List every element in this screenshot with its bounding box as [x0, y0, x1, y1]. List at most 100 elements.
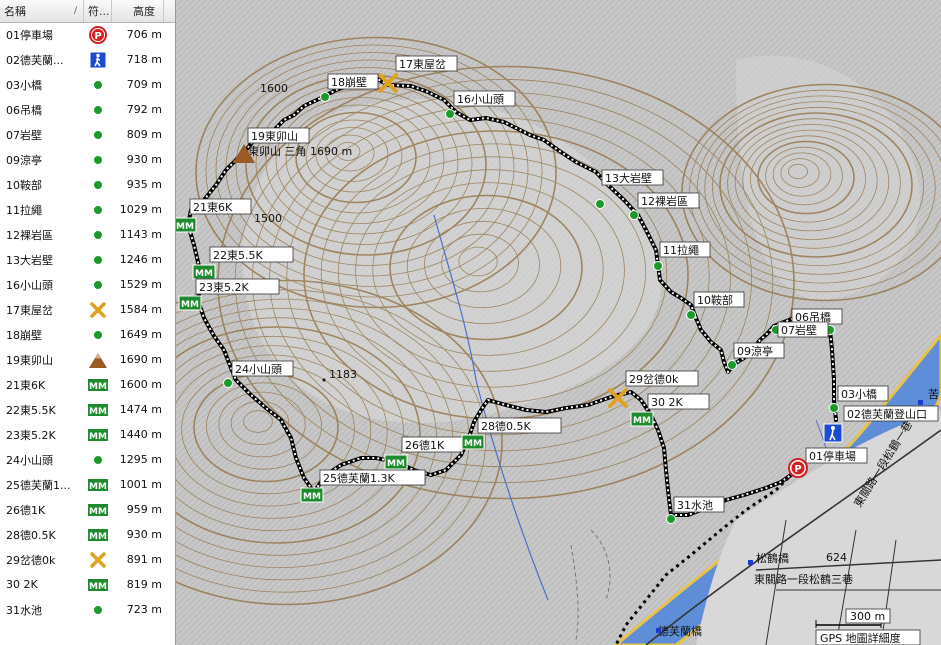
waypoint-row[interactable]: 22東5.5K MM 1474 m — [0, 397, 168, 422]
waypoint-label: 30 2K — [651, 396, 683, 409]
waypoint-label: 24小山頭 — [235, 363, 282, 376]
waypoint-name: 31水池 — [6, 603, 42, 617]
waypoint-row[interactable]: 24小山頭 1295 m — [0, 447, 168, 472]
waypoint-symbol — [84, 80, 112, 90]
waypoint-row[interactable]: 07岩壁 809 m — [0, 122, 168, 147]
summit-mountain-icon — [89, 352, 107, 368]
waypoint-name: 12裸岩區 — [6, 228, 53, 242]
contour-label-1600: 1600 — [260, 82, 288, 95]
waypoint-label: 03小橋 — [841, 387, 877, 401]
waypoint-row[interactable]: 10鞍部 935 m — [0, 172, 168, 197]
trailhead-hiker-icon — [89, 51, 107, 68]
parking-icon: P — [788, 458, 808, 478]
waypoint-label: 21東6K — [193, 201, 233, 214]
waypoint-row[interactable]: 06吊橋 792 m — [0, 97, 168, 122]
waypoint-row[interactable]: 18崩壁 1649 m — [0, 322, 168, 347]
waypoint-label: 19東卯山 — [251, 130, 298, 143]
waypoint-dot-icon — [94, 155, 102, 164]
waypoint-row[interactable]: 29岔德0k 891 m — [0, 547, 168, 572]
waypoint-altitude: 809 m — [126, 128, 162, 141]
waypoint-row[interactable]: 11拉繩 1029 m — [0, 197, 168, 222]
waypoint-altitude: 706 m — [126, 28, 162, 41]
waypoint-altitude: 1143 m — [119, 228, 162, 241]
waypoint-row[interactable]: 13大岩壁 1246 m — [0, 247, 168, 272]
waypoint-row[interactable]: 25德芙蘭1... MM 1001 m — [0, 472, 168, 497]
column-name-label: 名稱 — [4, 5, 26, 18]
summit-note-label: 東卯山 三角 1690 m — [248, 145, 352, 158]
waypoint-name: 19東卯山 — [6, 353, 53, 367]
waypoint-row[interactable]: 28德0.5K MM 930 m — [0, 522, 168, 547]
waypoint-name: 10鞍部 — [6, 178, 42, 192]
waypoint-symbol — [84, 301, 112, 319]
mileage-marker-icon: MM — [87, 427, 109, 442]
waypoint-dot-icon — [595, 199, 605, 209]
spot-height-label: 1183 — [329, 368, 357, 381]
waypoint-row[interactable]: 21東6K MM 1600 m — [0, 372, 168, 397]
waypoint-row[interactable]: 12裸岩區 1143 m — [0, 222, 168, 247]
waypoint-altitude: 723 m — [126, 603, 162, 616]
waypoint-symbol — [84, 180, 112, 190]
intersection-cross-icon — [90, 551, 106, 568]
waypoint-altitude: 935 m — [126, 178, 162, 191]
waypoint-symbol — [84, 155, 112, 165]
waypoint-label: 25德芙蘭1.3K — [323, 471, 395, 485]
waypoint-row[interactable]: 31水池 723 m — [0, 597, 168, 622]
waypoint-dot-icon — [686, 310, 696, 320]
waypoint-altitude: 1529 m — [119, 278, 162, 291]
waypoint-row[interactable]: 01停車場 P 706 m — [0, 22, 168, 47]
waypoint-symbol: MM — [84, 577, 112, 592]
waypoint-symbol: MM — [84, 477, 112, 492]
waypoint-altitude: 1649 m — [119, 328, 162, 341]
waypoint-row[interactable]: 19東卯山 1690 m — [0, 347, 168, 372]
waypoint-altitude: 930 m — [126, 153, 162, 166]
waypoint-altitude: 891 m — [126, 553, 162, 566]
column-header-symbol[interactable]: 符... — [84, 0, 112, 22]
mileage-marker-icon: MM — [87, 402, 109, 417]
waypoint-label: 26德1K — [405, 438, 445, 452]
mileage-marker-icon: MM — [87, 527, 109, 542]
waypoint-row[interactable]: 30 2K MM 819 m — [0, 572, 168, 597]
waypoint-row[interactable]: 17東屋岔 1584 m — [0, 297, 168, 322]
waypoint-row[interactable]: 09涼亭 930 m — [0, 147, 168, 172]
waypoint-symbol — [84, 330, 112, 340]
svg-text:MM: MM — [89, 507, 107, 517]
svg-text:MM: MM — [89, 407, 107, 417]
waypoint-label: 17東屋岔 — [399, 58, 446, 71]
waypoint-altitude: 718 m — [126, 53, 162, 66]
waypoint-dot-icon — [829, 403, 839, 413]
waypoint-name: 30 2K — [6, 578, 38, 591]
waypoint-name: 17東屋岔 — [6, 303, 53, 317]
bridge-marker-icon — [656, 628, 661, 633]
waypoint-label: 28德0.5K — [481, 419, 531, 433]
waypoint-row[interactable]: 03小橋 709 m — [0, 72, 168, 97]
waypoint-row[interactable]: 23東5.2K MM 1440 m — [0, 422, 168, 447]
waypoint-symbol: MM — [84, 502, 112, 517]
map-waypoint[interactable]: 07岩壁 — [771, 321, 829, 338]
mileage-marker-icon: MM — [87, 502, 109, 517]
topographic-map[interactable]: 1600 1500 1183 624 東卯山 三角 1690 m 東關路一段松鶴… — [176, 0, 941, 645]
waypoint-dot-icon — [94, 105, 102, 114]
waypoint-altitude: 709 m — [126, 78, 162, 91]
waypoint-row[interactable]: 26德1K MM 959 m — [0, 497, 168, 522]
waypoint-label: 12裸岩區 — [641, 194, 688, 208]
waypoint-dot-icon — [94, 605, 102, 614]
waypoint-label: 18崩壁 — [331, 75, 367, 89]
waypoint-symbol: MM — [84, 527, 112, 542]
waypoint-symbol — [84, 255, 112, 265]
mileage-marker-icon: MM — [300, 487, 324, 503]
waypoint-label: 01停車場 — [809, 449, 856, 463]
svg-text:MM: MM — [89, 382, 107, 392]
svg-text:P: P — [94, 31, 101, 42]
waypoint-symbol — [84, 51, 112, 69]
waypoint-name: 03小橋 — [6, 78, 42, 92]
waypoint-row[interactable]: 02德芙蘭... 718 m — [0, 47, 168, 72]
svg-text:MM: MM — [89, 532, 107, 542]
svg-text:MM: MM — [195, 269, 213, 279]
waypoint-row[interactable]: 16小山頭 1529 m — [0, 272, 168, 297]
waypoint-altitude: 1474 m — [119, 403, 162, 416]
svg-text:MM: MM — [303, 492, 321, 502]
waypoint-name: 18崩壁 — [6, 328, 42, 342]
column-header-name[interactable]: 名稱 ∕ — [0, 0, 84, 22]
column-header-altitude[interactable]: 高度 — [112, 0, 164, 22]
svg-text:MM: MM — [89, 432, 107, 442]
